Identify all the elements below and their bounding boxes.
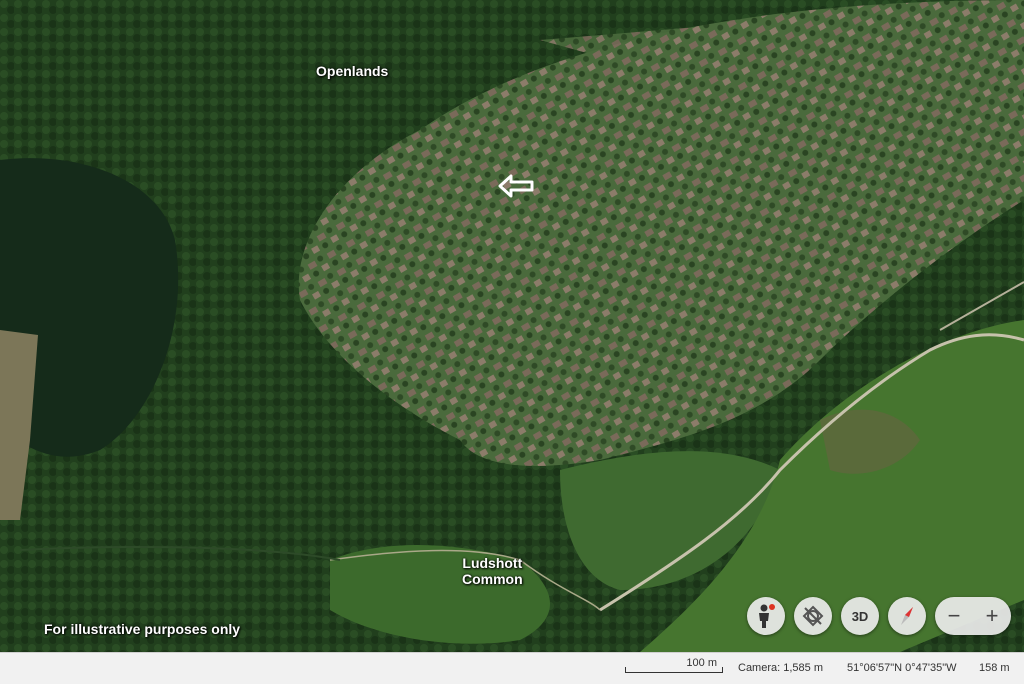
coordinates: 51°06'57"N 0°47'35"W <box>847 662 957 674</box>
compass-icon <box>901 607 913 625</box>
openlands-label: Openlands <box>316 63 389 79</box>
3d-toggle-button[interactable]: 3D <box>841 597 879 635</box>
status-bar: 100 m Camera: 1,585 m 51°06'57"N 0°47'35… <box>0 652 1024 684</box>
scale-label: 100 m <box>686 657 717 669</box>
disclaimer-text: For illustrative purposes only <box>44 621 241 637</box>
zoom-control: − + <box>935 597 1011 635</box>
pegman-icon <box>759 604 775 628</box>
compass-button[interactable] <box>888 597 926 635</box>
street-view-button[interactable] <box>747 597 785 635</box>
zoom-out-button[interactable]: − <box>935 597 973 635</box>
ludshott-common-label: Ludshott Common <box>462 555 523 587</box>
satellite-map[interactable]: Openlands Ludshott Common For illustrati… <box>0 0 1024 652</box>
camera-altitude: Camera: 1,585 m <box>738 662 823 674</box>
elevation: 158 m <box>979 662 1010 674</box>
rotate-icon <box>802 605 824 627</box>
zoom-in-button[interactable]: + <box>973 597 1011 635</box>
scale-bar: 100 m <box>625 657 723 673</box>
rotate-button[interactable] <box>794 597 832 635</box>
left-arrow-icon <box>498 174 534 198</box>
